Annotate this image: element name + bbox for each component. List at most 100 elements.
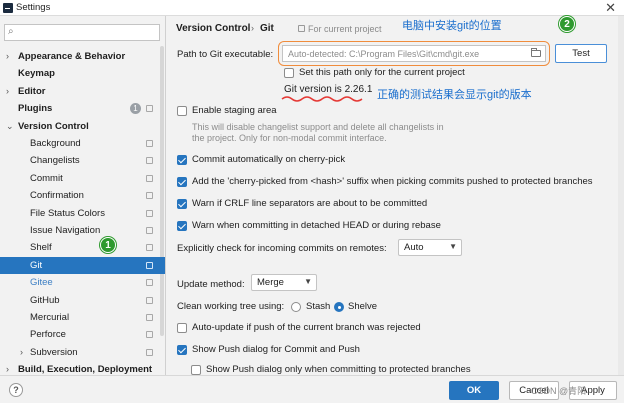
warn-crlf-label: Warn if CRLF line separators are about t… [192,198,428,209]
search-icon: ⌕ [8,26,14,37]
annotation-version-result: 正确的测试结果会显示git的版本 [377,89,532,101]
cherry-picked-suffix-label: Add the 'cherry-picked from <hash>' suff… [192,176,593,187]
incoming-commits-value: Auto [404,242,424,253]
sidebar-item-label: Background [30,138,81,149]
sidebar-item-label: Commit [30,172,63,184]
project-scope-icon [146,157,153,165]
window-title: Settings [16,2,51,13]
path-to-git-label: Path to Git executable: [177,49,274,60]
set-path-only-checkbox[interactable] [284,68,294,78]
warn-detached-head-checkbox[interactable] [177,221,187,231]
sidebar-item-appearance-behavior[interactable]: › Appearance & Behavior [0,48,165,65]
chevron-right-icon[interactable]: › [6,48,9,65]
sidebar-item-label: GitHub [30,294,60,306]
help-icon[interactable]: ? [9,383,23,397]
chevron-down-icon: ▼ [449,242,457,251]
settings-sidebar: ⌕ › Appearance & Behavior Keymap › Editor Plu… [0,16,166,375]
sidebar-item-perforce[interactable]: Perforce [0,326,165,343]
sidebar-item-gitee[interactable]: Gitee [0,274,165,291]
sidebar-item-subversion[interactable]: › Subversion [0,344,165,361]
shelve-label: Shelve [348,301,378,312]
shelve-radio[interactable] [334,302,344,312]
annotation-highlight-path [278,41,550,66]
sidebar-item-label: Mercurial [30,312,70,323]
update-count-badge: 1 [130,103,141,115]
staging-description-2: the project. Only for non-modal commit i… [192,133,387,143]
enable-staging-label: Enable staging area [192,105,277,116]
breadcrumb-separator: › [251,23,254,33]
sidebar-item-plugins[interactable]: Plugins 1 [0,100,165,117]
project-scope-icon [146,261,153,269]
push-protected-checkbox[interactable] [191,365,201,375]
sidebar-item-label: Issue Navigation [30,225,101,236]
sidebar-item-editor[interactable]: › Editor [0,83,165,100]
sidebar-item-issue-navigation[interactable]: Issue Navigation [0,222,165,239]
settings-search[interactable]: ⌕ [4,24,160,41]
sidebar-item-label: Version Control [18,120,89,132]
stash-label: Stash [306,301,331,312]
sidebar-item-label: Keymap [18,68,55,80]
commit-cherry-pick-label: Commit automatically on cherry-pick [192,154,346,165]
annotation-install-location: 电脑中安装git的位置 [402,20,502,32]
update-method-dropdown[interactable]: Merge ▼ [251,274,317,291]
sidebar-item-shelf[interactable]: Shelf [0,239,165,256]
auto-update-checkbox[interactable] [177,323,187,333]
project-scope-icon [146,209,153,217]
git-version-text: Git version is 2.26.1 [284,84,373,95]
title-bar: Settings ✕ [0,0,624,16]
enable-staging-checkbox[interactable] [177,106,187,116]
stash-radio[interactable] [291,302,301,312]
content-scrollbar[interactable] [618,16,624,375]
project-scope-icon [146,279,153,287]
sidebar-item-label: Confirmation [30,190,84,202]
sidebar-item-confirmation[interactable]: Confirmation [0,187,165,204]
auto-update-label: Auto-update if push of the current branc… [192,322,421,333]
test-button[interactable]: Test [555,44,607,63]
project-scope-icon [146,244,153,252]
project-scope-icon [146,105,153,113]
cherry-picked-suffix-checkbox[interactable] [177,177,187,187]
ok-button[interactable]: OK [449,381,499,400]
sidebar-item-commit[interactable]: Commit [0,170,165,187]
set-path-only-label: Set this path only for the current proje… [299,67,465,78]
sidebar-item-github[interactable]: GitHub [0,292,165,309]
search-input[interactable] [21,26,157,39]
clean-working-tree-label: Clean working tree using: [177,301,285,312]
sidebar-item-version-control[interactable]: ⌄ Version Control [0,118,165,135]
chevron-down-icon: ▼ [304,277,312,286]
breadcrumb-version-control: Version Control [176,23,251,34]
update-method-value: Merge [257,277,284,288]
sidebar-item-mercurial[interactable]: Mercurial [0,309,165,326]
project-scope-icon [146,192,153,200]
update-method-label: Update method: [177,279,245,290]
sidebar-item-label: Gitee [30,277,53,289]
sidebar-item-git[interactable]: Git [0,256,165,274]
git-settings-panel: Version Control › Git For current projec… [167,16,624,375]
sidebar-item-label: Changelists [30,155,80,167]
chevron-right-icon[interactable]: › [6,83,9,100]
sidebar-item-changelists[interactable]: Changelists [0,152,165,169]
sidebar-item-background[interactable]: Background [0,135,165,152]
sidebar-item-label: Subversion [30,346,78,358]
show-push-dialog-checkbox[interactable] [177,345,187,355]
sidebar-item-keymap[interactable]: Keymap [0,65,165,82]
sidebar-item-label: Perforce [30,329,66,341]
close-icon[interactable]: ✕ [605,0,616,16]
project-scope-icon [146,140,153,147]
sidebar-item-label: File Status Colors [30,207,105,219]
chevron-down-icon[interactable]: ⌄ [6,118,14,135]
show-push-dialog-label: Show Push dialog for Commit and Push [192,344,360,355]
incoming-commits-dropdown[interactable]: Auto ▼ [398,239,462,256]
csdn-watermark: CSDN @青阳 [531,386,587,396]
sidebar-item-label: Appearance & Behavior [18,51,126,62]
sidebar-item-label: Git [30,259,43,271]
breadcrumb-git: Git [260,23,274,34]
red-underline-annotation [281,96,363,102]
commit-cherry-pick-checkbox[interactable] [177,155,187,165]
sidebar-item-file-status-colors[interactable]: File Status Colors [0,205,165,222]
annotation-badge-1: 1 [100,237,116,253]
chevron-right-icon[interactable]: › [20,344,23,361]
project-scope-icon [146,227,153,234]
push-protected-label: Show Push dialog only when committing to… [206,364,471,375]
warn-crlf-checkbox[interactable] [177,199,187,209]
